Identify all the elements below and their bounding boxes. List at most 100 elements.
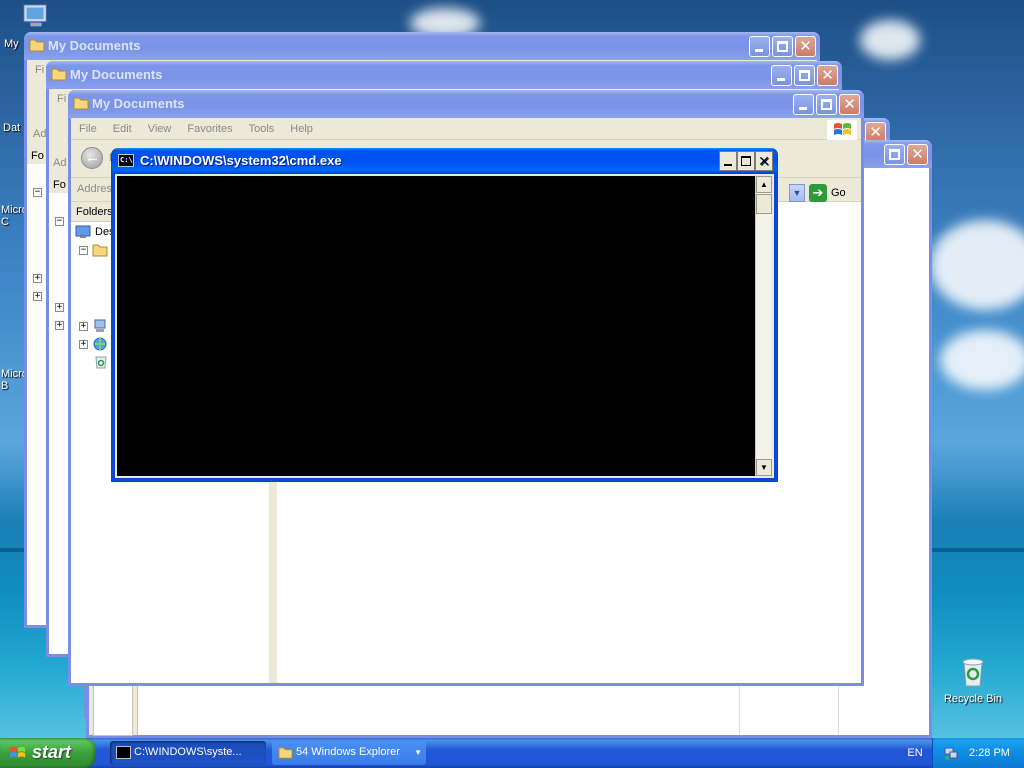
menu-help[interactable]: Help <box>290 123 313 135</box>
tree-item-desktop[interactable]: Des <box>75 224 115 240</box>
tree-expand-toggle[interactable]: + <box>55 321 64 330</box>
folder-icon <box>278 747 293 759</box>
windows-flag-icon <box>834 123 851 135</box>
folders-fragment: Fo <box>31 150 44 162</box>
start-label: start <box>32 742 72 762</box>
tree-item-my-documents[interactable]: − <box>79 242 108 258</box>
my-computer-icon <box>23 4 47 27</box>
tree-item-my-computer[interactable]: + <box>79 318 108 334</box>
close-button[interactable]: ✕ <box>907 144 928 165</box>
pane-fragment <box>93 684 133 736</box>
tree-item-recycle-bin[interactable] <box>93 354 109 370</box>
tree-collapse-toggle[interactable]: − <box>55 217 64 226</box>
minimize-button[interactable] <box>749 36 770 57</box>
tree-expand-toggle[interactable]: + <box>79 339 88 349</box>
open-folder-icon <box>92 244 108 257</box>
tree-item-network[interactable]: + <box>79 336 108 352</box>
title-bar[interactable]: C:\ C:\WINDOWS\system32\cmd.exe ✕ <box>112 148 777 174</box>
cmd-window[interactable]: C:\ C:\WINDOWS\system32\cmd.exe ✕ ▲ ▼ <box>111 148 778 482</box>
console-output[interactable] <box>117 176 757 476</box>
taskbar-button-explorer-group[interactable]: 54 Windows Explorer ▼ <box>272 741 426 765</box>
menu-edit[interactable]: Edit <box>113 123 132 135</box>
start-button[interactable]: start <box>0 738 96 768</box>
tree-expand-toggle[interactable]: + <box>79 321 88 331</box>
desktop-icon-label: My <box>4 38 19 50</box>
taskbar-button-label: 54 Windows Explorer <box>296 746 400 758</box>
maximize-icon <box>741 156 751 166</box>
close-button[interactable]: ✕ <box>755 151 773 171</box>
scroll-up-button[interactable]: ▲ <box>756 176 772 193</box>
title-bar[interactable]: My Documents ✕ <box>24 32 820 60</box>
menu-fragment: Fi <box>57 93 67 105</box>
close-icon: ✕ <box>911 146 924 163</box>
maximize-icon <box>777 41 788 52</box>
tree-expand-toggle[interactable]: + <box>33 274 42 283</box>
desktop-icon-label: Micro B <box>1 368 28 392</box>
maximize-icon <box>889 149 900 160</box>
my-computer-icon <box>94 319 106 332</box>
window-controls: ✕ <box>749 36 816 57</box>
maximize-button[interactable] <box>884 144 905 165</box>
maximize-button[interactable] <box>794 65 815 86</box>
desktop-icon-my-computer[interactable]: My <box>0 2 68 50</box>
scroll-down-button[interactable]: ▼ <box>756 459 772 476</box>
tree-collapse-toggle[interactable]: − <box>33 188 42 197</box>
window-controls: ✕ <box>771 65 838 86</box>
tree-expand-toggle[interactable]: + <box>55 303 64 312</box>
vertical-scrollbar[interactable]: ▲ ▼ <box>755 176 772 476</box>
address-fragment: Ad <box>53 157 67 169</box>
scroll-thumb[interactable] <box>756 194 772 214</box>
address-fragment: Ad <box>33 128 47 140</box>
close-button[interactable]: ✕ <box>795 36 816 57</box>
window-controls: ✕ <box>884 144 928 165</box>
menu-fragment: Fi <box>35 64 45 76</box>
tree-expand-toggle[interactable]: + <box>33 292 42 301</box>
desktop-icon-recycle-bin[interactable]: Recycle Bin <box>938 656 1008 705</box>
maximize-button[interactable] <box>816 94 837 115</box>
back-button[interactable] <box>81 147 103 169</box>
menu-tools[interactable]: Tools <box>249 123 275 135</box>
address-dropdown-button[interactable]: ▼ <box>789 184 805 202</box>
language-indicator[interactable]: EN <box>898 738 932 768</box>
recycle-bin-icon <box>95 356 107 369</box>
title-bar[interactable]: My Documents ✕ <box>68 90 864 118</box>
system-tray: 2:28 PM <box>932 738 1024 768</box>
network-places-icon <box>93 337 107 351</box>
minimize-button[interactable] <box>719 151 737 171</box>
tree-collapse-toggle[interactable]: − <box>79 245 88 255</box>
cmd-icon <box>116 746 131 759</box>
window-title: My Documents <box>92 96 185 111</box>
menu-view[interactable]: View <box>148 123 172 135</box>
cmd-icon: C:\ <box>118 154 134 167</box>
close-button[interactable]: ✕ <box>839 94 860 115</box>
go-area: ▼ ➔ Go <box>789 184 846 202</box>
minimize-button[interactable] <box>771 65 792 86</box>
minimize-button[interactable] <box>793 94 814 115</box>
go-arrow-icon[interactable]: ➔ <box>809 184 827 202</box>
minimize-icon <box>724 164 732 166</box>
taskbar-button-cmd[interactable]: C:\WINDOWS\syste... <box>110 741 266 765</box>
taskbar: start C:\WINDOWS\syste... 54 Windows Exp… <box>0 738 1024 768</box>
windows-logo <box>827 120 857 140</box>
clock[interactable]: 2:28 PM <box>969 747 1010 759</box>
address-label: Addres <box>77 183 112 195</box>
window-title: My Documents <box>70 67 163 82</box>
menu-file[interactable]: File <box>79 123 97 135</box>
desktop-icon <box>75 225 91 238</box>
window-controls: ✕ <box>793 94 860 115</box>
recycle-bin-icon <box>962 658 984 687</box>
network-status-icon[interactable] <box>943 745 959 761</box>
maximize-button[interactable] <box>737 151 755 171</box>
title-bar[interactable]: My Documents ✕ <box>46 61 842 89</box>
close-icon: ✕ <box>799 38 812 55</box>
go-button-label[interactable]: Go <box>831 187 846 199</box>
maximize-button[interactable] <box>772 36 793 57</box>
desktop-icon-label: Dat <box>3 122 21 134</box>
folder-icon <box>29 39 45 52</box>
menu-favorites[interactable]: Favorites <box>187 123 232 135</box>
close-icon: ✕ <box>758 153 770 169</box>
close-button[interactable]: ✕ <box>817 65 838 86</box>
maximize-icon <box>799 70 810 81</box>
menu-bar: File Edit View Favorites Tools Help <box>71 118 861 140</box>
taskbar-button-label: C:\WINDOWS\syste... <box>134 746 242 758</box>
